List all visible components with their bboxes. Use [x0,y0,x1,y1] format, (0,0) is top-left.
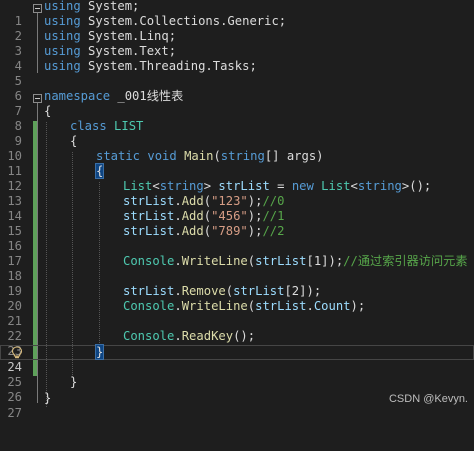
code-line[interactable]: 26 } [0,375,474,404]
code-text: strList.Add("456");//1 [123,209,285,223]
code-text: { [44,104,52,118]
code-text: strList.Add("789");//2 [123,224,285,238]
code-line[interactable]: 23 Console.ReadKey(); [0,329,474,358]
code-line-current[interactable]: 24 } [0,344,474,374]
code-text: Console.WriteLine(strList.Count); [123,299,366,313]
code-line[interactable]: 16 strList.Add("789");//2 [0,224,474,253]
code-text: static void Main(string[] args) [96,149,324,163]
code-line[interactable]: 22 [0,314,474,343]
code-line[interactable]: 14 strList.Add("123");//0 [0,194,474,223]
code-line[interactable]: 1 using System; [0,0,474,28]
matched-brace: { [94,163,105,179]
code-line[interactable]: 21 Console.WriteLine(strList.Count); [0,299,474,328]
code-line[interactable]: 11 static void Main(string[] args) [0,149,474,178]
code-text: { [94,163,105,179]
code-text: } [70,375,78,389]
code-text: strList.Add("123");//0 [123,194,285,208]
code-line[interactable]: 17 [0,239,474,268]
code-text: using System.Linq; [44,29,177,43]
code-text: class LIST [70,119,144,133]
code-text: List<string> strList = new List<string>(… [123,179,432,193]
code-line[interactable]: 3 using System.Linq; [0,29,474,58]
lightbulb-icon[interactable] [11,346,23,359]
code-line[interactable]: 12 { [0,163,474,193]
code-text: strList.Remove(strList[2]); [123,284,322,298]
code-line[interactable]: 9 class LIST [0,119,474,148]
code-text: using System.Text; [44,44,177,58]
code-text: using System; [44,0,140,13]
code-text: } [94,344,105,360]
code-text: Console.WriteLine(strList[1]);//通过索引器访问元… [123,254,468,268]
code-line[interactable]: 13 List<string> strList = new List<strin… [0,179,474,208]
code-line[interactable]: 8 { [0,104,474,133]
code-line[interactable]: 2 using System.Collections.Generic; [0,14,474,43]
code-text: Console.ReadKey(); [123,329,256,343]
code-line[interactable]: 5 using System.Threading.Tasks; [0,59,474,88]
matched-brace: } [94,344,105,360]
code-text: { [70,134,78,148]
code-line[interactable]: 19 [0,269,474,298]
code-text: namespace _001线性表 [44,89,184,103]
code-editor[interactable]: 1 using System; 2 using System.Collectio… [0,0,474,420]
code-text: using System.Collections.Generic; [44,14,287,28]
code-text: using System.Threading.Tasks; [44,59,257,73]
code-line[interactable]: 4 using System.Text; [0,44,474,73]
code-line[interactable]: 15 strList.Add("456");//1 [0,209,474,238]
watermark: CSDN @Kevyn. [388,393,468,405]
code-line[interactable]: 7 namespace _001线性表 [0,89,474,118]
code-line[interactable]: 6 [0,74,474,103]
code-text: } [44,391,52,405]
code-line[interactable]: 20 strList.Remove(strList[2]); [0,284,474,313]
code-line[interactable]: 25 [0,360,474,389]
line-number: 27 [7,406,22,420]
code-line[interactable]: 10 { [0,134,474,163]
code-line[interactable]: 18 Console.WriteLine(strList[1]);//通过索引器… [0,254,474,283]
